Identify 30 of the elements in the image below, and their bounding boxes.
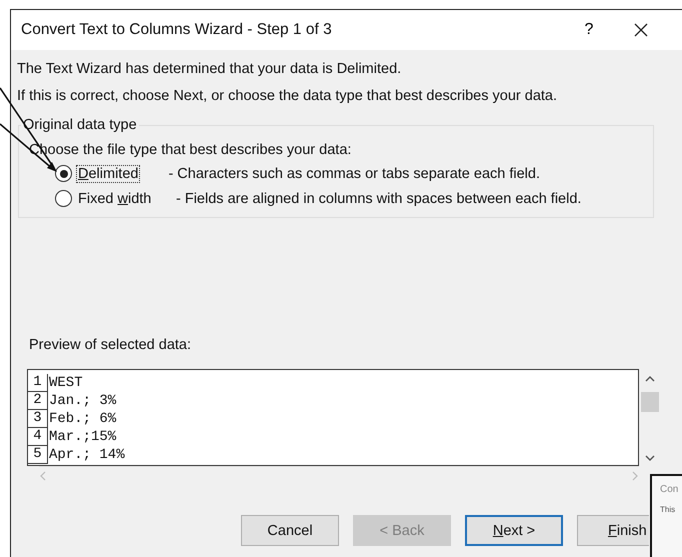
line-number: 2 [28,392,48,410]
window-title: Convert Text to Columns Wizard - Step 1 of 3 [21,21,333,39]
line-number: 1 [28,374,48,392]
line-number: 4 [28,428,48,446]
preview-line: WEST [48,375,83,391]
intro-text: If this is correct, choose Next, or choose the data type that best describes your data. [17,87,558,106]
line-number: 5 [28,446,48,464]
preview-line: Feb.; 6% [48,411,116,427]
dialog-button[interactable]: Finish [577,515,649,546]
preview-label: Preview of selected data: [29,336,192,355]
radio-button[interactable] [55,190,72,207]
intro-text: The Text Wizard has determined that your data is Delimited. [17,60,402,79]
dialog-button[interactable]: Next > [465,515,563,546]
preview-line: Apr.; 14% [48,447,125,463]
scroll-up-icon[interactable] [645,375,655,382]
option-description: - Fields are aligned in columns with spaces between each field. [176,190,582,206]
radio-button[interactable] [55,165,72,182]
scroll-thumb[interactable] [641,392,659,412]
preview-line: Jan.; 3% [48,393,116,409]
scroll-down-icon[interactable] [645,455,655,462]
radio-label[interactable]: Delimited [76,164,140,182]
background-window-text: This [660,505,676,514]
dialog-button[interactable]: Cancel [241,515,339,546]
help-button[interactable]: ? [569,21,609,39]
close-icon [633,22,649,38]
option-description: - Characters such as commas or tabs separate each field. [168,166,540,182]
background-window-title: Con [660,484,680,495]
line-number: 3 [28,410,48,428]
radio-label[interactable]: Fixed width [76,190,176,208]
preview-line: Mar.;15% [48,429,116,445]
